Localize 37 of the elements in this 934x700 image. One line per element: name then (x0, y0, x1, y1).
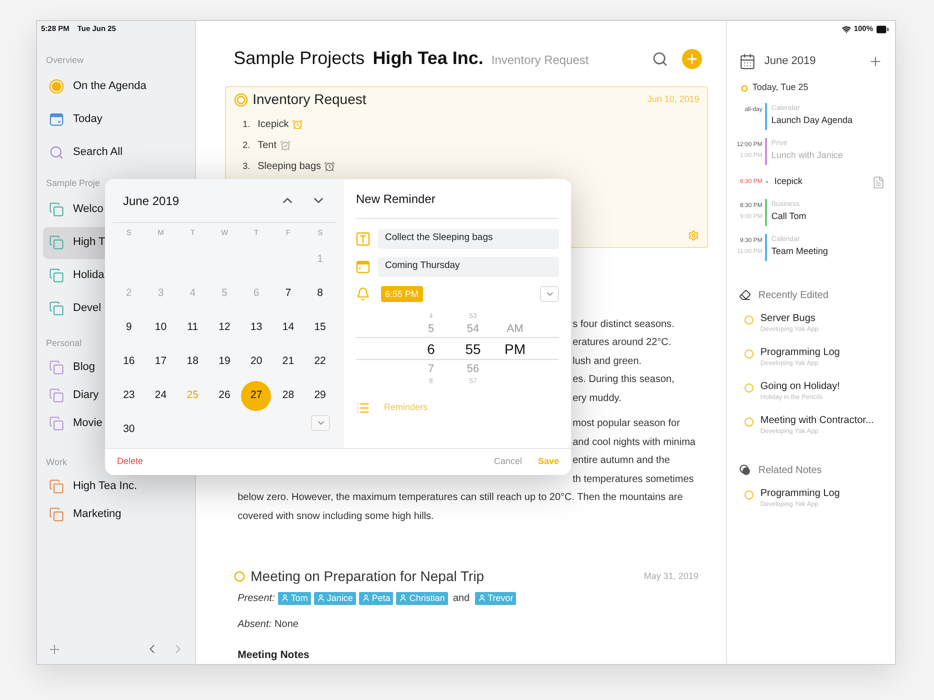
agenda-day: Today, Tue 25 (752, 81, 808, 95)
month-title: June 2019 (123, 192, 180, 210)
body-text-line: eratures around 22°C. (572, 336, 672, 350)
section-heading: Sample Proje (46, 177, 100, 190)
panel-heading: Related Notes (758, 464, 822, 478)
section-heading: Personal (46, 337, 82, 350)
body-text-line: covered with snow including some high hills. (238, 510, 434, 524)
list-item: Sleeping bags (258, 160, 322, 174)
conjunction-text: and (452, 592, 471, 606)
body-text-line: most popular season for (572, 417, 680, 432)
body-text-line: entire autumn and the (572, 454, 670, 468)
list-item: Tent (258, 138, 277, 153)
section-heading: Meeting Notes (236, 648, 310, 664)
section-heading: Overview (46, 54, 84, 67)
meeting-date: May 31, 2019 (644, 570, 698, 583)
list-number: 1. (242, 118, 252, 131)
meeting-title: Meeting on Preparation for Nepal Trip (250, 566, 484, 586)
body-text-line: and cool nights with minima (572, 436, 696, 450)
body-text-line: th temperatures sometimes (572, 472, 694, 487)
absent-value: None (274, 618, 298, 632)
breadcrumb-note: Inventory Request (491, 52, 589, 70)
note-title: Inventory Request (252, 90, 366, 110)
section-heading: Work (46, 456, 67, 469)
body-text-line: below zero. However, the maximum temperatures can still reach up to 20°C. Then the mountains are (238, 491, 683, 506)
list-item: Icepick (258, 118, 289, 132)
note-date: Jun 10, 2019 (647, 93, 700, 106)
list-number: 2. (242, 138, 252, 152)
body-text-line: ery muddy. (572, 392, 622, 406)
list-number: 3. (242, 160, 252, 173)
form-title: New Reminder (356, 190, 436, 208)
body-text-line: lush and green. (572, 354, 642, 369)
absent-label: Absent: (238, 618, 272, 632)
body-text-line: es. During this season, (572, 373, 674, 388)
panel-heading: Recently Edited (758, 288, 828, 302)
body-text-line: s four distinct seasons. (572, 318, 674, 332)
present-label: Present: (238, 592, 275, 606)
agenda-month: June 2019 (764, 54, 816, 69)
